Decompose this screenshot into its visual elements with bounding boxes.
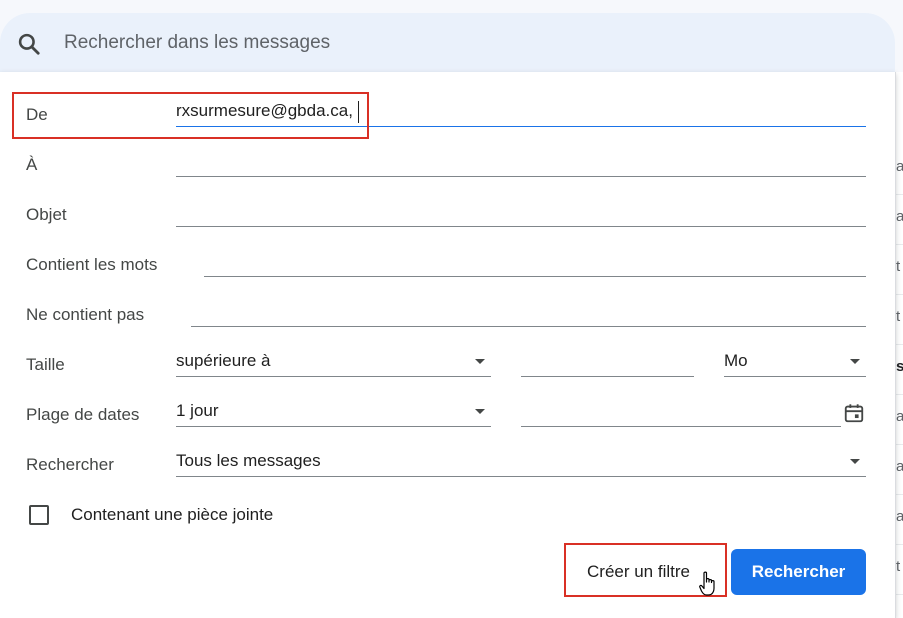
list-item-text: s: [896, 358, 903, 375]
size-unit-select[interactable]: Mo: [724, 349, 866, 377]
search-in-select[interactable]: Tous les messages: [176, 449, 866, 477]
list-item-text: t: [896, 308, 901, 325]
search-button-label: Rechercher: [751, 562, 846, 581]
doesnt-have-field[interactable]: [191, 299, 866, 327]
date-range-value: 1 jour: [176, 401, 219, 420]
list-item-text: t: [896, 558, 901, 575]
size-operator-value: supérieure à: [176, 351, 271, 370]
chevron-down-icon: [475, 359, 485, 364]
size-unit-value: Mo: [724, 351, 748, 370]
subject-field[interactable]: [176, 199, 866, 227]
text-caret: [358, 101, 359, 123]
has-attachment-label: Contenant une pièce jointe: [71, 505, 274, 524]
list-item-text: a: [896, 408, 903, 425]
subject-label: Objet: [26, 205, 67, 224]
date-range-label: Plage de dates: [26, 405, 140, 424]
from-value: rxsurmesure@gbda.ca,: [176, 101, 353, 120]
has-words-field[interactable]: [204, 249, 866, 277]
date-range-select[interactable]: 1 jour: [176, 399, 491, 427]
list-item-text: a: [896, 208, 903, 225]
from-label: De: [26, 105, 48, 124]
to-field[interactable]: [176, 149, 866, 177]
search-input[interactable]: Rechercher dans les messages: [64, 32, 330, 54]
size-operator-select[interactable]: supérieure à: [176, 349, 491, 377]
list-item-text: a: [896, 158, 903, 175]
create-filter-label: Créer un filtre: [587, 562, 690, 581]
chevron-down-icon: [850, 459, 860, 464]
calendar-icon[interactable]: [843, 402, 865, 424]
search-button[interactable]: Rechercher: [731, 549, 866, 595]
list-item-text: a: [896, 458, 903, 475]
search-in-label: Rechercher: [26, 455, 114, 474]
has-words-label: Contient les mots: [26, 255, 158, 274]
doesnt-have-label: Ne contient pas: [26, 305, 145, 324]
list-item-text: a: [896, 508, 903, 525]
to-label: À: [26, 155, 38, 174]
advanced-search-panel: De rxsurmesure@gbda.ca, À Objet Contient…: [0, 72, 896, 618]
search-icon[interactable]: [16, 31, 42, 57]
size-label: Taille: [26, 355, 65, 374]
list-item-text: t: [896, 258, 901, 275]
search-bar[interactable]: Rechercher dans les messages: [0, 13, 895, 73]
search-in-value: Tous les messages: [176, 451, 321, 470]
hand-pointer-icon: [699, 571, 715, 596]
gmail-window: a a t t s a a a t Rechercher dans les me…: [0, 0, 903, 618]
date-input[interactable]: [521, 399, 841, 427]
from-field[interactable]: rxsurmesure@gbda.ca,: [176, 99, 866, 127]
size-amount-input[interactable]: [521, 349, 694, 377]
chevron-down-icon: [850, 359, 860, 364]
chevron-down-icon: [475, 409, 485, 414]
has-attachment-checkbox[interactable]: [29, 505, 49, 525]
